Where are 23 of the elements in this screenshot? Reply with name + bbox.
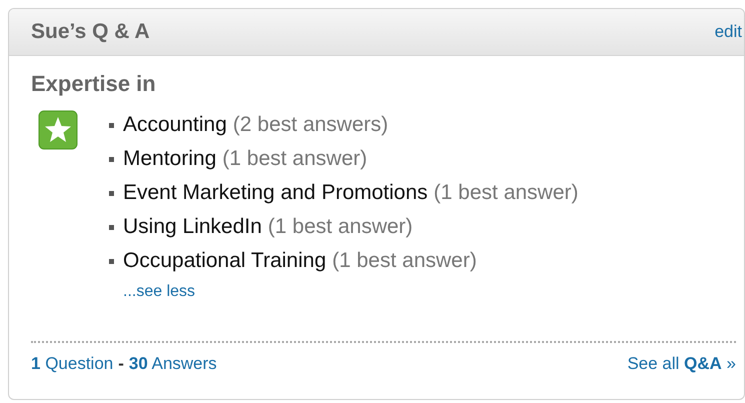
answer-count: (2 best answers) [232, 113, 388, 137]
see-all-link[interactable]: See all Q&A » [627, 354, 736, 374]
see-less-link[interactable]: ...see less [123, 283, 196, 301]
edit-link[interactable]: edit [714, 22, 742, 42]
card-title: Sue’s Q & A [31, 20, 150, 44]
answer-count: (1 best answer) [332, 249, 477, 273]
bullet-icon [109, 224, 114, 230]
expertise-topic[interactable]: Using LinkedIn [123, 215, 262, 239]
bullet-icon [109, 258, 114, 264]
answer-count: (1 best answer) [434, 181, 578, 205]
expertise-topic[interactable]: Accounting [123, 113, 227, 137]
expertise-topic[interactable]: Event Marketing and Promotions [123, 181, 428, 205]
bullet-icon [109, 122, 114, 128]
questions-link[interactable]: 1 Question [31, 354, 114, 374]
separator: - [118, 354, 124, 374]
answer-count: (1 best answer) [222, 147, 368, 171]
section-title: Expertise in [31, 71, 157, 97]
bullet-icon [109, 156, 114, 162]
answers-link[interactable]: 30 Answers [128, 354, 217, 374]
expertise-topic[interactable]: Mentoring [123, 147, 216, 171]
answer-count: (1 best answer) [268, 215, 413, 239]
expertise-topic[interactable]: Occupational Training [123, 249, 326, 273]
bullet-icon [109, 190, 114, 196]
